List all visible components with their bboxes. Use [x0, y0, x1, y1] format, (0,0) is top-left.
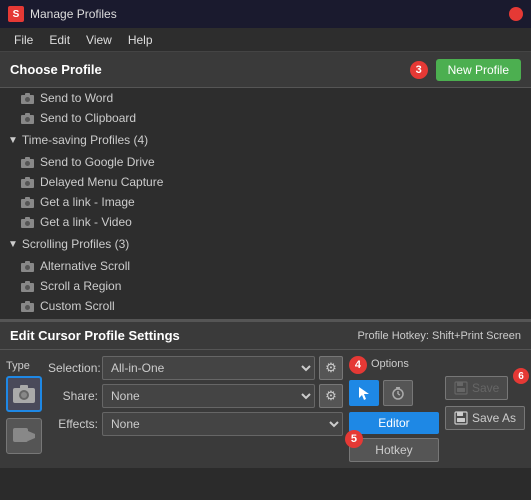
edit-section: Edit Cursor Profile Settings Profile Hot… [0, 320, 531, 468]
save-column: 6 Save Save As [445, 356, 525, 462]
save-as-button[interactable]: Save As [445, 406, 525, 430]
camera-icon [20, 175, 34, 189]
choose-profile-title: Choose Profile [10, 62, 410, 77]
profile-item-label: Send to Google Drive [40, 155, 155, 169]
type-icon-video[interactable] [6, 418, 42, 454]
type-label: Type [6, 360, 30, 372]
selection-select[interactable]: All-in-One [102, 356, 315, 380]
camera-icon [20, 279, 34, 293]
profile-item-label: Delayed Menu Capture [40, 175, 163, 189]
edit-title: Edit Cursor Profile Settings [10, 328, 357, 343]
share-select[interactable]: None [102, 384, 315, 408]
save-button[interactable]: Save [445, 376, 508, 400]
save-wrap: 6 Save [445, 376, 525, 400]
badge-3: 3 [410, 61, 428, 79]
type-icon-camera[interactable] [6, 376, 42, 412]
camera-icon [20, 215, 34, 229]
effects-row: Effects: None [48, 412, 343, 436]
profile-item-label: Get a link - Image [40, 195, 135, 209]
form-column: Selection: All-in-One ⚙ Share: None ⚙ Ef… [48, 356, 343, 462]
choose-profile-header: Choose Profile 3 New Profile [0, 52, 531, 88]
type-column: Type [6, 356, 42, 462]
profile-list[interactable]: Send to Word Send to Clipboard ▼ Time-sa… [0, 88, 531, 320]
window-title: Manage Profiles [30, 7, 509, 21]
profile-item-delayed-menu[interactable]: Delayed Menu Capture [0, 172, 531, 192]
menu-edit[interactable]: Edit [41, 31, 78, 49]
share-row: Share: None ⚙ [48, 384, 343, 408]
save-label: Save [472, 381, 499, 395]
profile-item-send-to-word[interactable]: Send to Word [0, 88, 531, 108]
profile-item-custom-scroll[interactable]: Custom Scroll [0, 296, 531, 316]
window-controls [509, 7, 523, 21]
camera-icon [20, 155, 34, 169]
badge-4: 4 [349, 356, 367, 374]
type-icons [6, 376, 42, 454]
group-scrolling[interactable]: ▼ Scrolling Profiles (3) [0, 232, 531, 256]
selection-gear-button[interactable]: ⚙ [319, 356, 343, 380]
close-button[interactable] [509, 7, 523, 21]
profile-item-link-video[interactable]: Get a link - Video [0, 212, 531, 232]
group-timesaving[interactable]: ▼ Time-saving Profiles (4) [0, 128, 531, 152]
share-gear-button[interactable]: ⚙ [319, 384, 343, 408]
menu-view[interactable]: View [78, 31, 120, 49]
options-label: Options [371, 358, 409, 370]
share-label: Share: [48, 389, 98, 403]
profile-item-label: Alternative Scroll [40, 259, 130, 273]
effects-select[interactable]: None [102, 412, 343, 436]
editor-button[interactable]: Editor [349, 412, 439, 434]
badge-5: 5 [345, 430, 363, 448]
arrow-icon: ▼ [8, 239, 18, 250]
profile-item-label: Custom Scroll [40, 299, 115, 313]
camera-icon [20, 91, 34, 105]
profile-item-link-image[interactable]: Get a link - Image [0, 192, 531, 212]
group-label: Scrolling Profiles (3) [22, 237, 129, 251]
title-bar: S Manage Profiles [0, 0, 531, 28]
camera-icon [20, 195, 34, 209]
cursor-tool-button[interactable] [349, 380, 379, 406]
group-label: Time-saving Profiles (4) [22, 133, 148, 147]
arrow-icon: ▼ [8, 135, 18, 146]
badge-6: 6 [513, 368, 529, 384]
profile-item-label: Get a link - Video [40, 215, 132, 229]
profile-item-send-to-clipboard[interactable]: Send to Clipboard [0, 108, 531, 128]
camera-icon [20, 259, 34, 273]
profile-item-label: Send to Word [40, 91, 113, 105]
profile-item-google-drive[interactable]: Send to Google Drive [0, 152, 531, 172]
menu-bar: File Edit View Help [0, 28, 531, 52]
options-column: 4 Options Editor [349, 356, 439, 462]
edit-header: Edit Cursor Profile Settings Profile Hot… [0, 322, 531, 350]
profile-item-alt-scroll[interactable]: Alternative Scroll [0, 256, 531, 276]
edit-body: Type [0, 350, 531, 468]
profile-item-label: Send to Clipboard [40, 111, 136, 125]
effects-label: Effects: [48, 417, 98, 431]
profile-hotkey-text: Profile Hotkey: Shift+Print Screen [357, 330, 521, 342]
menu-help[interactable]: Help [120, 31, 161, 49]
menu-file[interactable]: File [6, 31, 41, 49]
camera-icon [20, 299, 34, 313]
options-icons-row [349, 380, 413, 406]
camera-icon [20, 111, 34, 125]
save-as-label: Save As [472, 411, 516, 425]
selection-label: Selection: [48, 361, 98, 375]
app-icon: S [8, 6, 24, 22]
profile-item-scroll-region[interactable]: Scroll a Region [0, 276, 531, 296]
timer-tool-button[interactable] [383, 380, 413, 406]
selection-row: Selection: All-in-One ⚙ [48, 356, 343, 380]
new-profile-button[interactable]: New Profile [436, 59, 521, 81]
profile-item-label: Scroll a Region [40, 279, 121, 293]
